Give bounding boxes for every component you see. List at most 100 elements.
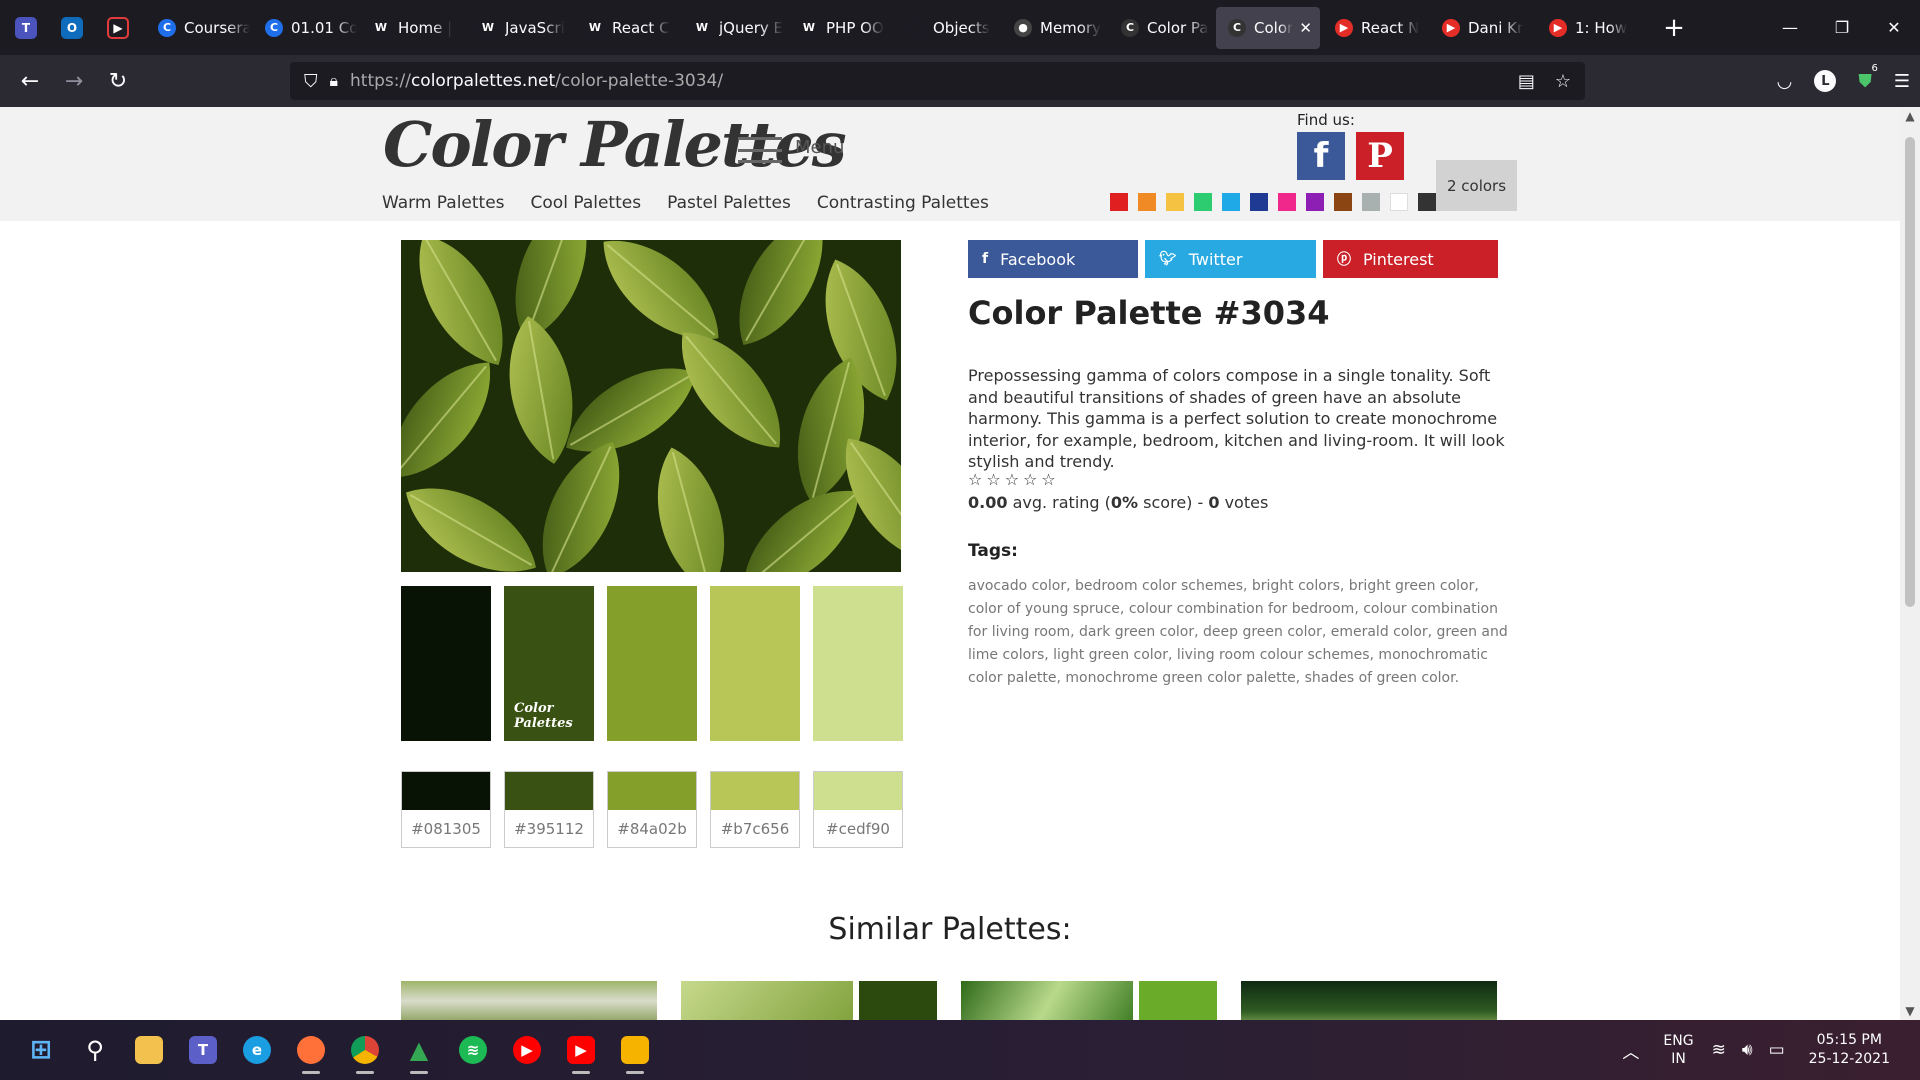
palette-color-block[interactable] (401, 586, 491, 741)
hex-chip[interactable]: #b7c656 (710, 771, 800, 848)
color-filter-swatch[interactable] (1110, 193, 1128, 211)
back-icon[interactable]: ← (8, 69, 52, 94)
forward-icon[interactable]: → (52, 69, 96, 94)
browser-tab[interactable]: W Home | (360, 7, 464, 49)
spotify-button[interactable]: ≋ (446, 1020, 500, 1080)
nav-link[interactable]: Pastel Palettes (667, 193, 791, 213)
menu-label[interactable]: Menu (795, 137, 844, 158)
browser-tab[interactable]: W PHP OO (788, 7, 892, 49)
chevron-up-icon[interactable]: ︿ (1622, 1038, 1639, 1063)
search-button[interactable]: ⚲ (68, 1020, 122, 1080)
minimize-icon[interactable]: — (1764, 18, 1816, 37)
hex-chip[interactable]: #cedf90 (813, 771, 903, 848)
scrollbar-thumb[interactable] (1905, 137, 1915, 607)
pinned-tab-outlook[interactable]: O (52, 8, 92, 48)
restore-icon[interactable]: ❐ (1816, 18, 1868, 37)
color-filter-swatch[interactable] (1278, 193, 1296, 211)
browser-tab[interactable]: C Coursera (146, 7, 250, 49)
palette-color-block[interactable] (710, 586, 800, 741)
browser-tab[interactable]: C Color ✕ (1216, 6, 1320, 49)
share-facebook-button[interactable]: f Facebook (968, 240, 1138, 278)
keep-button[interactable] (608, 1020, 662, 1080)
file-explorer-button[interactable] (122, 1020, 176, 1080)
hamburger-menu-icon[interactable] (738, 137, 782, 163)
similar-palette-card[interactable] (961, 981, 1217, 1020)
color-filter-swatch[interactable] (1166, 193, 1184, 211)
bookmark-star-icon[interactable]: ☆ (1555, 71, 1571, 92)
url-bar[interactable]: ⛉ 🔒︎ https://colorpalettes.net/color-pal… (290, 62, 1585, 100)
color-filter-swatch[interactable] (1362, 193, 1380, 211)
tab-favicon-icon (907, 18, 925, 37)
tags-list[interactable]: avocado color, bedroom color schemes, br… (968, 575, 1508, 690)
shield-icon[interactable]: ⛉ (304, 71, 318, 92)
youtube-button[interactable]: ▶ (554, 1020, 608, 1080)
pinned-tab-player[interactable]: ▶ (98, 8, 138, 48)
volume-icon[interactable]: 🔊︎ (1742, 1040, 1753, 1060)
app-menu-icon[interactable]: ☰ (1894, 71, 1910, 92)
facebook-icon[interactable]: f (1297, 132, 1345, 180)
browser-tab[interactable]: ● Memory (1002, 7, 1106, 49)
pocket-icon[interactable]: ◡ (1777, 71, 1793, 92)
browser-tab[interactable]: Objects (895, 7, 999, 49)
start-button[interactable]: ⊞ (14, 1020, 68, 1080)
language-indicator[interactable]: ENG IN (1663, 1032, 1693, 1068)
wifi-icon[interactable]: ≋ (1712, 1040, 1726, 1060)
youtube-music-button[interactable]: ▶ (500, 1020, 554, 1080)
url-text[interactable]: https://colorpalettes.net/color-palette-… (350, 71, 723, 91)
new-tab-button[interactable]: + (1654, 13, 1694, 43)
nav-link[interactable]: Contrasting Palettes (817, 193, 989, 213)
share-pinterest-button[interactable]: ⓟ Pinterest (1323, 240, 1498, 278)
extension-shield-icon[interactable]: ⛊ 6 (1858, 63, 1878, 92)
color-filter-swatch[interactable] (1138, 193, 1156, 211)
browser-tab[interactable]: ▶ 1: How (1537, 7, 1641, 49)
firefox-button[interactable] (284, 1020, 338, 1080)
pinned-tab-teams[interactable]: T (6, 8, 46, 48)
account-avatar[interactable]: L (1814, 70, 1837, 92)
similar-palette-card[interactable] (681, 981, 937, 1020)
edge-button[interactable]: e (230, 1020, 284, 1080)
color-filter-swatch[interactable] (1334, 193, 1352, 211)
browser-tab[interactable]: C 01.01 Co (253, 7, 357, 49)
lock-icon[interactable]: 🔒︎ (330, 71, 339, 91)
color-filter-swatch[interactable] (1306, 193, 1324, 211)
browser-tab[interactable]: C Color Pa (1109, 7, 1213, 49)
scroll-up-icon[interactable]: ▲ (1900, 109, 1920, 123)
browser-tab[interactable]: W JavaScri (467, 7, 571, 49)
browser-tab[interactable]: W React C (574, 7, 678, 49)
reload-icon[interactable]: ↻ (96, 69, 140, 94)
palette-color-block[interactable] (813, 586, 903, 741)
pinterest-icon[interactable]: P (1356, 132, 1404, 180)
nav-link[interactable]: Cool Palettes (531, 193, 642, 213)
share-twitter-button[interactable]: 🐦︎ Twitter (1145, 240, 1316, 278)
close-tab-icon[interactable]: ✕ (1299, 19, 1312, 37)
google-drive-button[interactable]: ▲ (392, 1020, 446, 1080)
similar-palette-card[interactable] (401, 981, 657, 1020)
page-scrollbar[interactable]: ▲ ▼ (1900, 107, 1920, 1020)
chrome-button[interactable] (338, 1020, 392, 1080)
reader-view-icon[interactable]: ▤ (1518, 71, 1535, 92)
colors-count-button[interactable]: 2 colors (1436, 160, 1517, 211)
tab-title: React N (1361, 18, 1420, 37)
palette-color-block[interactable] (607, 586, 697, 741)
clock[interactable]: 05:15 PM 25-12-2021 (1809, 1031, 1890, 1069)
color-filter-swatch[interactable] (1194, 193, 1212, 211)
hex-chip[interactable]: #395112 (504, 771, 594, 848)
hex-chip[interactable]: #081305 (401, 771, 491, 848)
browser-tab[interactable]: ▶ Dani Kr (1430, 7, 1534, 49)
color-filter-swatch[interactable] (1222, 193, 1240, 211)
color-filter-swatch[interactable] (1418, 193, 1436, 211)
browser-tab[interactable]: ▶ React N (1323, 7, 1427, 49)
hex-code: #cedf90 (826, 819, 890, 838)
similar-palette-card[interactable] (1241, 981, 1497, 1020)
hex-chip[interactable]: #84a02b (607, 771, 697, 848)
scroll-down-icon[interactable]: ▼ (1900, 1004, 1920, 1018)
rating-stars[interactable]: ☆☆☆☆☆ (968, 470, 1060, 489)
color-filter-swatch[interactable] (1390, 193, 1408, 211)
browser-tab[interactable]: WjQuery E (681, 7, 785, 49)
close-window-icon[interactable]: ✕ (1868, 18, 1920, 37)
color-filter-swatch[interactable] (1250, 193, 1268, 211)
battery-icon[interactable]: ▭ (1769, 1040, 1785, 1060)
teams-button[interactable]: T (176, 1020, 230, 1080)
palette-color-block[interactable]: Color Palettes (504, 586, 594, 741)
nav-link[interactable]: Warm Palettes (382, 193, 505, 213)
